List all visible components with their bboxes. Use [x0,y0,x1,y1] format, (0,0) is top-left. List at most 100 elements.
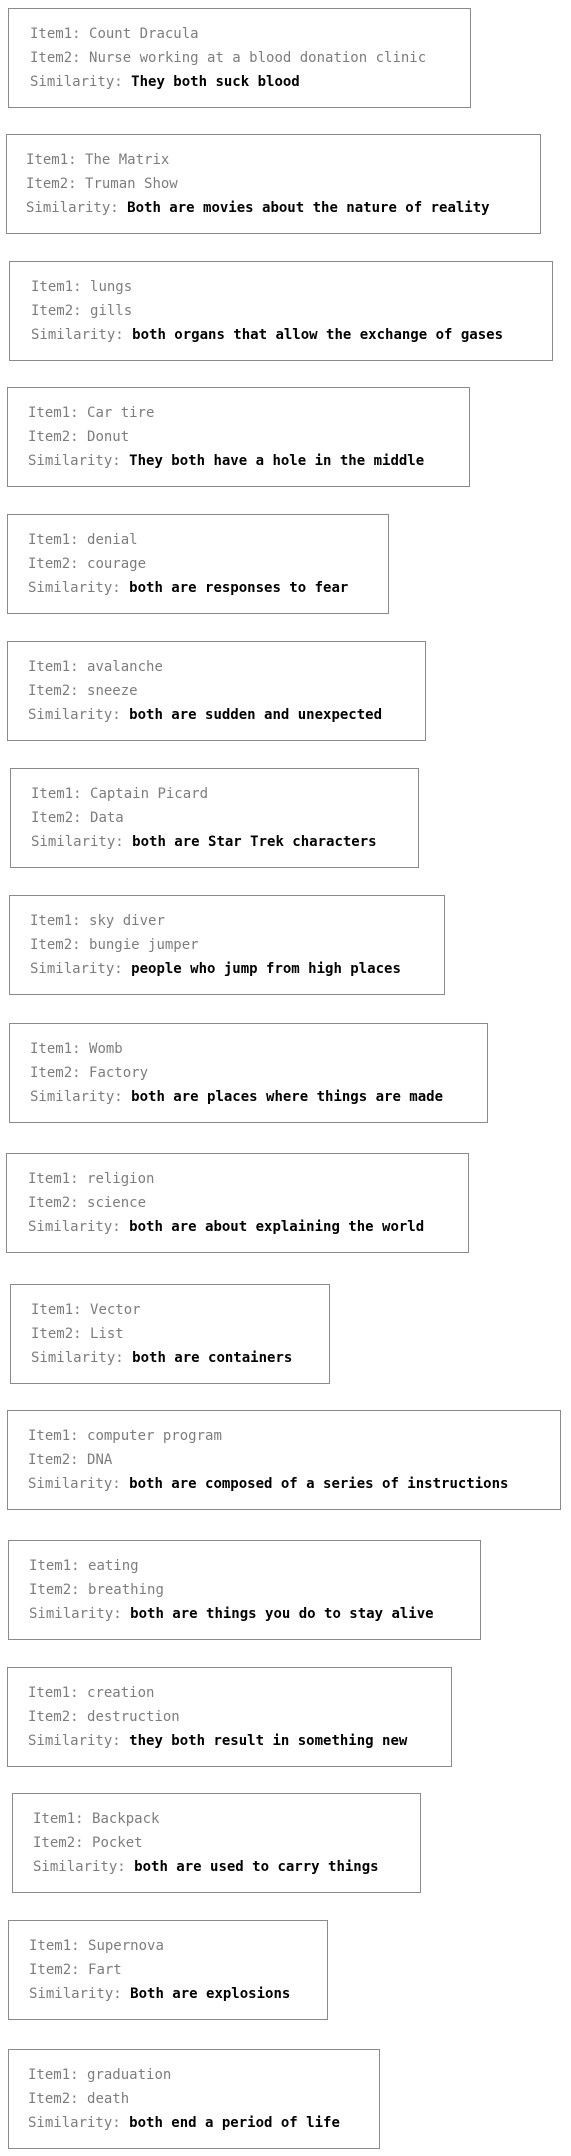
similarity-label: Similarity: [29,1986,131,2002]
item1-value: Car tire [87,405,155,421]
item1-value: religion [87,1171,155,1187]
similarity-label: Similarity: [29,1606,131,1622]
similarity-label: Similarity: [30,1089,132,1105]
item1-label: Item1: [28,405,88,421]
item1-label: Item1: [28,1171,88,1187]
similarity-label: Similarity: [28,1733,130,1749]
similarity-line: Similarity: both are Star Trek character… [31,830,418,854]
similarity-card: Item1: Count Dracula Item2: Nurse working… [8,8,471,108]
item2-line: Item2: Nurse working at a blood donation… [30,46,470,70]
item2-line: Item2: death [28,2087,379,2111]
similarity-line: Similarity: both are responses to fear [28,576,388,600]
item1-label: Item1: [29,1938,89,1954]
item1-value: computer program [87,1428,222,1444]
item2-line: Item2: Pocket [33,1831,420,1855]
item1-line: Item1: avalanche [28,655,425,679]
similarity-value: they both result in something new [129,1733,408,1749]
item2-line: Item2: DNA [28,1448,560,1472]
item1-line: Item1: computer program [28,1424,560,1448]
similarity-line: Similarity: both organs that allow the e… [31,323,552,347]
item1-label: Item1: [33,1811,93,1827]
item2-value: Pocket [92,1835,143,1851]
item2-value: sneeze [87,683,138,699]
similarity-line: Similarity: They both suck blood [30,70,470,94]
similarity-line: Similarity: they both result in somethin… [28,1729,451,1753]
similarity-label: Similarity: [28,1476,130,1492]
item1-value: Captain Picard [90,786,209,802]
item2-line: Item2: List [31,1322,329,1346]
similarity-value: both are places where things are made [131,1089,444,1105]
similarity-line: Similarity: both are containers [31,1346,329,1370]
item1-value: sky diver [89,913,165,929]
item2-value: death [87,2091,130,2107]
similarity-card: Item1: Vector Item2: List Similarity: both… [10,1284,330,1384]
similarity-value: people who jump from high places [131,961,401,977]
similarity-line: Similarity: both are about explaining th… [28,1215,468,1239]
item2-label: Item2: [28,1452,88,1468]
similarity-label: Similarity: [28,1219,130,1235]
item2-line: Item2: Factory [30,1061,487,1085]
item2-value: Data [90,810,124,826]
item1-label: Item1: [31,279,91,295]
similarity-label: Similarity: [28,707,130,723]
item2-value: breathing [88,1582,164,1598]
similarity-line: Similarity: people who jump from high pl… [30,957,444,981]
item1-line: Item1: Vector [31,1298,329,1322]
similarity-line: Similarity: both are used to carry thing… [33,1855,420,1879]
similarity-label: Similarity: [31,834,133,850]
item2-line: Item2: gills [31,299,552,323]
similarity-card: Item1: Car tire Item2: Donut Similarity: T… [7,387,470,487]
item1-line: Item1: Supernova [29,1934,327,1958]
item1-line: Item1: denial [28,528,388,552]
item1-label: Item1: [28,1428,88,1444]
item1-label: Item1: [28,659,88,675]
item1-label: Item1: [29,1558,89,1574]
item1-line: Item1: lungs [31,275,552,299]
item1-label: Item1: [30,913,90,929]
item2-line: Item2: Data [31,806,418,830]
similarity-label: Similarity: [28,2115,130,2131]
similarity-line: Similarity: both are things you do to st… [29,1602,480,1626]
item2-label: Item2: [31,303,91,319]
item1-line: Item1: eating [29,1554,480,1578]
item1-line: Item1: Count Dracula [30,22,470,46]
similarity-label: Similarity: [28,453,130,469]
similarity-value: both are responses to fear [129,580,349,596]
item2-label: Item2: [28,683,88,699]
item1-value: Count Dracula [89,26,199,42]
similarity-line: Similarity: both are places where things… [30,1085,487,1109]
item2-label: Item2: [28,1709,88,1725]
item2-label: Item2: [29,1962,89,1978]
item2-label: Item2: [26,176,86,192]
item2-value: DNA [87,1452,113,1468]
similarity-label: Similarity: [30,961,132,977]
item1-line: Item1: Backpack [33,1807,420,1831]
item1-label: Item1: [28,532,88,548]
item2-label: Item2: [28,1195,88,1211]
item2-value: courage [87,556,147,572]
similarity-card: Item1: Backpack Item2: Pocket Similarity: … [12,1793,421,1893]
item2-value: List [90,1326,124,1342]
similarity-card: Item1: lungs Item2: gills Similarity: both… [9,261,553,361]
similarity-card: Item1: Womb Item2: Factory Similarity: bot… [9,1023,488,1123]
item2-value: Truman Show [85,176,178,192]
item2-line: Item2: science [28,1191,468,1215]
item2-label: Item2: [28,429,88,445]
similarity-value: both end a period of life [129,2115,340,2131]
item1-line: Item1: graduation [28,2063,379,2087]
similarity-card: Item1: religion Item2: science Similarity:… [6,1153,469,1253]
item2-line: Item2: destruction [28,1705,451,1729]
item2-value: Fart [88,1962,122,1978]
similarity-card: Item1: sky diver Item2: bungie jumper Simi… [9,895,445,995]
item2-value: Factory [89,1065,149,1081]
similarity-line: Similarity: Both are movies about the na… [26,196,540,220]
similarity-value: both are sudden and unexpected [129,707,383,723]
item1-value: avalanche [87,659,163,675]
item2-label: Item2: [28,2091,88,2107]
item1-line: Item1: creation [28,1681,451,1705]
similarity-card: Item1: Supernova Item2: Fart Similarity: B… [8,1920,328,2020]
item2-line: Item2: Fart [29,1958,327,1982]
similarity-card: Item1: computer program Item2: DNA Similar… [7,1410,561,1510]
similarity-card: Item1: Captain Picard Item2: Data Similari… [10,768,419,868]
item1-value: Supernova [88,1938,164,1954]
